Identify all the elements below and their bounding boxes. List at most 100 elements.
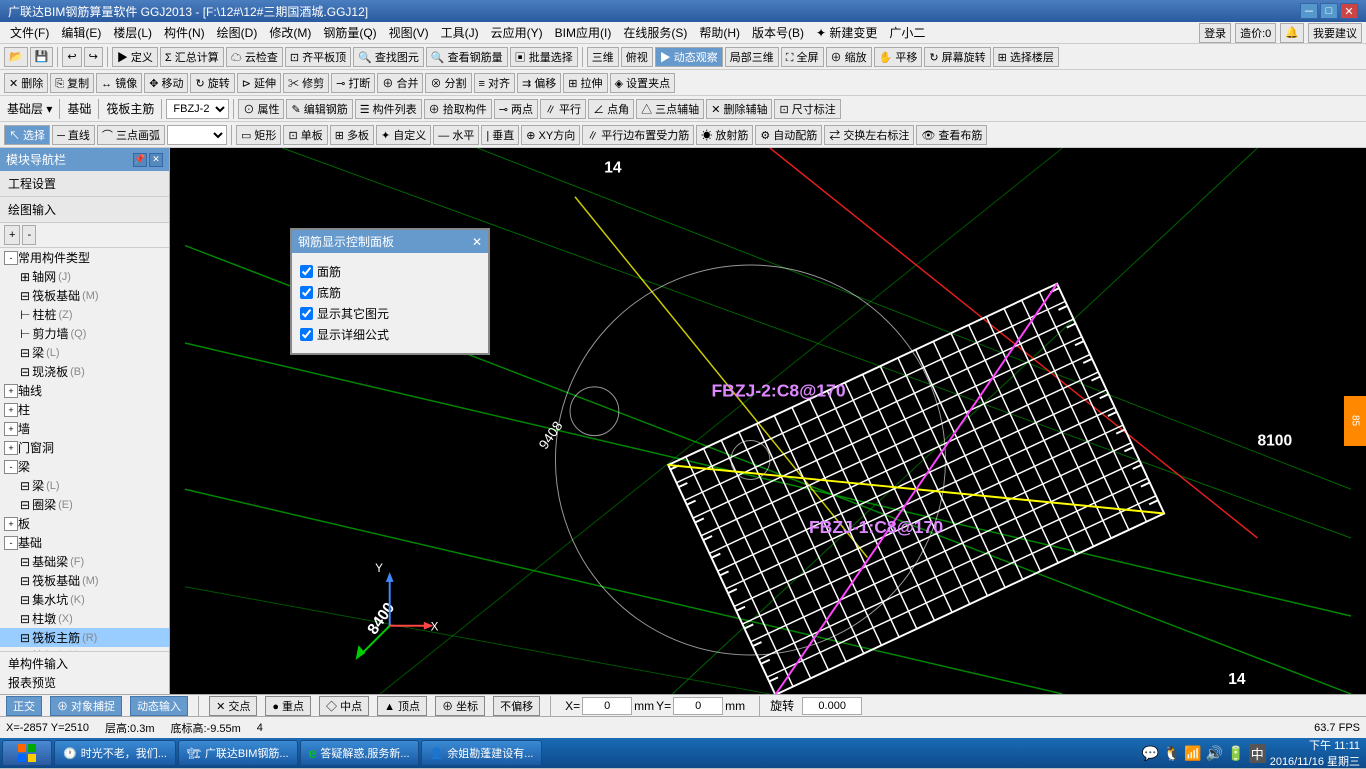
btn-zoom[interactable]: ⊕ 缩放 — [826, 47, 872, 67]
btn-dynamic[interactable]: 动态输入 — [130, 696, 188, 716]
tree-column-pier[interactable]: ⊟ 柱墩 (X) — [0, 609, 169, 628]
btn-parallel-edge[interactable]: ∥ 平行边布置受力筋 — [582, 125, 694, 145]
taskbar-app-qa[interactable]: e 答疑解惑,服务新... — [300, 740, 419, 766]
bell-icon[interactable]: 🔔 — [1280, 23, 1304, 43]
btn-set-grip[interactable]: ◈ 设置夹点 — [610, 73, 676, 93]
report-preview[interactable]: 报表预览 — [4, 673, 165, 692]
btn-view-rebar2[interactable]: 👁 查看布筋 — [916, 125, 987, 145]
expand-plate[interactable]: + — [4, 517, 18, 531]
btn-copy[interactable]: ⎘ 复制 — [50, 73, 94, 93]
expand-wall[interactable]: + — [4, 422, 18, 436]
btn-ortho[interactable]: 正交 — [6, 696, 42, 716]
btn-three-point-aux[interactable]: △ 三点辅轴 — [636, 99, 704, 119]
canvas-area[interactable]: FBZJ-2:C8@170 FBZJ-1:C8@170 14 14 8100 8… — [170, 148, 1366, 694]
menu-user[interactable]: 广小二 — [883, 22, 931, 43]
expand-door-window[interactable]: + — [4, 441, 18, 455]
btn-delete[interactable]: ✕ 删除 — [4, 73, 48, 93]
btn-swap-label[interactable]: ⇄ 交换左右标注 — [824, 125, 914, 145]
taskbar-app-glj[interactable]: 🏗 广联达BIM钢筋... — [178, 740, 298, 766]
btn-dynamic-observe[interactable]: ▶ 动态观察 — [655, 47, 723, 67]
start-button[interactable] — [2, 740, 52, 766]
tree-foundation-beam[interactable]: ⊟ 基础梁 (F) — [0, 552, 169, 571]
tree-shear-wall[interactable]: ⊢ 剪力墙 (Q) — [0, 324, 169, 343]
btn-3d[interactable]: 三维 — [587, 47, 619, 67]
menu-version[interactable]: 版本号(B) — [746, 22, 810, 43]
menu-help[interactable]: 帮助(H) — [693, 22, 746, 43]
btn-pick-element[interactable]: ⊕ 拾取构件 — [424, 99, 492, 119]
btn-select-floor[interactable]: ⊞ 选择楼层 — [993, 47, 1059, 67]
tree-axis[interactable]: + 轴线 — [0, 381, 169, 400]
btn-element-list[interactable]: ☰ 构件列表 — [355, 99, 422, 119]
btn-no-offset[interactable]: 不偏移 — [493, 696, 540, 716]
btn-align[interactable]: ≡ 对齐 — [474, 73, 515, 93]
rebar-panel-close[interactable]: ✕ — [472, 235, 482, 249]
btn-top-view[interactable]: 俯视 — [621, 47, 653, 67]
btn-fullscreen[interactable]: ⛶ 全屏 — [781, 47, 824, 67]
btn-coord[interactable]: ⊕ 坐标 — [435, 696, 485, 716]
draw-input-section[interactable]: 绘图输入 — [0, 197, 169, 223]
btn-break[interactable]: ⊸ 打断 — [331, 73, 375, 93]
nav-add-button[interactable]: + — [4, 225, 20, 245]
rebar-face-checkbox[interactable] — [300, 265, 313, 278]
tree-common-types[interactable]: - 常用构件类型 — [0, 248, 169, 267]
menu-edit[interactable]: 编辑(E) — [55, 22, 107, 43]
btn-undo[interactable]: ↩ — [62, 47, 81, 67]
btn-trim[interactable]: ✂ 修剪 — [283, 73, 329, 93]
rotate-input[interactable] — [802, 697, 862, 715]
rebar-show-elements-checkbox[interactable] — [300, 307, 313, 320]
y-input[interactable] — [673, 697, 723, 715]
taskbar-app-clock[interactable]: 🕐 时光不老，我们... — [54, 740, 176, 766]
btn-arc[interactable]: ⌒ 三点画弧 — [97, 125, 165, 145]
tree-cast-slab[interactable]: ⊟ 现浇板 (B) — [0, 362, 169, 381]
btn-midpoint[interactable]: ◇ 中点 — [319, 696, 369, 716]
btn-edit-rebar[interactable]: ✎ 编辑钢筋 — [286, 99, 352, 119]
tree-door-window[interactable]: + 门窗洞 — [0, 438, 169, 457]
maximize-button[interactable]: □ — [1320, 3, 1338, 19]
suggest-button[interactable]: 我要建议 — [1308, 23, 1362, 43]
btn-select[interactable]: ↖ 选择 — [4, 125, 50, 145]
btn-open[interactable]: 📂 — [4, 47, 28, 67]
btn-calculate[interactable]: Σ 汇总计算 — [160, 47, 224, 67]
btn-find-element[interactable]: 🔍 查找图元 — [353, 47, 424, 67]
btn-rect[interactable]: ▭ 矩形 — [236, 125, 281, 145]
tree-beam[interactable]: ⊟ 梁 (L) — [0, 343, 169, 362]
btn-point-angle[interactable]: ∠ 点角 — [588, 99, 634, 119]
login-button[interactable]: 登录 — [1199, 23, 1231, 43]
menu-online[interactable]: 在线服务(S) — [617, 22, 693, 43]
tree-wall[interactable]: + 墙 — [0, 419, 169, 438]
settings-section[interactable]: 工程设置 — [0, 171, 169, 197]
menu-view[interactable]: 视图(V) — [383, 22, 435, 43]
btn-radial[interactable]: ☀ 放射筋 — [696, 125, 753, 145]
btn-stretch[interactable]: ⊞ 拉伸 — [563, 73, 607, 93]
btn-xy-dir[interactable]: ⊕ XY方向 — [521, 125, 580, 145]
pricing-button[interactable]: 造价:0 — [1235, 23, 1276, 43]
close-button[interactable]: ✕ — [1340, 3, 1358, 19]
menu-rebar-qty[interactable]: 钢筋量(Q) — [317, 22, 382, 43]
btn-snap[interactable]: ⊕ 对象捕捉 — [50, 696, 122, 716]
orange-side-button[interactable]: 85 — [1344, 396, 1366, 446]
tree-raft[interactable]: ⊟ 筏板基础 (M) — [0, 571, 169, 590]
btn-horizontal[interactable]: — 水平 — [433, 125, 479, 145]
tree-pile-column[interactable]: ⊢ 柱桩 (Z) — [0, 305, 169, 324]
expand-beam[interactable]: - — [4, 460, 18, 474]
btn-flatten[interactable]: ⊡ 齐平板顶 — [285, 47, 351, 67]
btn-rotate[interactable]: ↻ 旋转 — [190, 73, 234, 93]
minimize-button[interactable]: － — [1300, 3, 1318, 19]
menu-modify[interactable]: 修改(M) — [263, 22, 317, 43]
element-select[interactable]: FBZJ-2 FBZJ-1 — [166, 99, 229, 119]
expand-foundation[interactable]: - — [4, 536, 18, 550]
btn-offset[interactable]: ⇉ 偏移 — [517, 73, 561, 93]
rebar-panel-header[interactable]: 钢筋显示控制面板 ✕ — [292, 230, 488, 253]
expand-common[interactable]: - — [4, 251, 18, 265]
tree-axis-net[interactable]: ⊞ 轴网 (J) — [0, 267, 169, 286]
btn-save[interactable]: 💾 — [30, 47, 54, 67]
btn-mirror[interactable]: ↔ 镜像 — [96, 73, 142, 93]
btn-screen-rotate[interactable]: ↻ 屏幕旋转 — [924, 47, 990, 67]
btn-view-rebar[interactable]: 🔍 查看钢筋量 — [426, 47, 508, 67]
menu-draw[interactable]: 绘图(D) — [211, 22, 264, 43]
menu-floor[interactable]: 楼层(L) — [107, 22, 158, 43]
btn-define[interactable]: ▶ 定义 — [112, 47, 158, 67]
menu-element[interactable]: 构件(N) — [158, 22, 211, 43]
expand-axis[interactable]: + — [4, 384, 18, 398]
btn-delete-aux[interactable]: ✕ 删除辅轴 — [706, 99, 772, 119]
